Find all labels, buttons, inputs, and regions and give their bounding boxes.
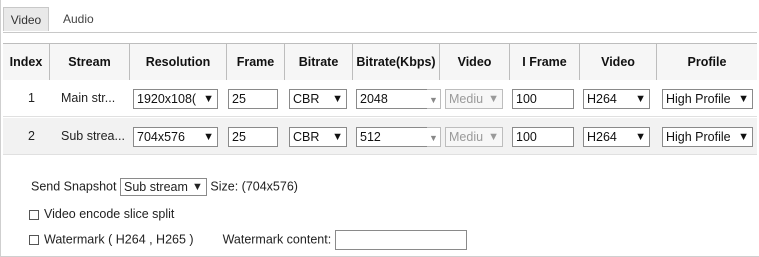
watermark-content-input[interactable] <box>334 230 467 250</box>
row-stream: Sub strea... <box>61 129 125 143</box>
tab-audio[interactable]: Audio <box>63 7 94 31</box>
frame-input[interactable]: 25 <box>228 89 278 109</box>
bitrate-kbps-input[interactable]: 512 <box>356 127 428 147</box>
bitrate-type-select[interactable]: CBR ▼ <box>289 89 347 109</box>
settings-panel: Video Audio Index Stream Resolution Fram… <box>0 0 759 257</box>
chevron-down-icon: ▼ <box>332 131 343 143</box>
row-stream: Main str... <box>61 91 116 105</box>
bitrate-kbps-input[interactable]: 2048 <box>356 89 428 109</box>
row-index: 1 <box>28 91 35 105</box>
video-quality-select: Mediu ▼ <box>445 127 503 147</box>
table-row: 1 Main str... 1920x108( ▼ 25 CBR ▼ 2048 … <box>3 80 757 117</box>
chevron-down-icon: ▼ <box>488 93 499 105</box>
bitrate-dropdown-icon[interactable]: ▼ <box>427 127 441 147</box>
bitrate-dropdown-icon[interactable]: ▼ <box>427 89 441 109</box>
snapshot-stream-select[interactable]: Sub stream ▼ <box>119 178 207 196</box>
chevron-down-icon: ▼ <box>488 131 499 143</box>
bitrate-type-select[interactable]: CBR ▼ <box>289 127 347 147</box>
header-bitrate: Bitrate <box>284 44 352 80</box>
watermark-row: Watermark ( H264 , H265 ) Watermark cont… <box>29 230 467 250</box>
chevron-down-icon: ▼ <box>332 93 343 105</box>
video-quality-select: Mediu ▼ <box>445 89 503 109</box>
chevron-down-icon: ▼ <box>203 93 214 105</box>
header-video-quality: Video <box>439 44 509 80</box>
snapshot-row: Send Snapshot Sub stream ▼ Size: (704x57… <box>31 178 298 196</box>
resolution-select[interactable]: 1920x108( ▼ <box>133 89 218 109</box>
profile-select[interactable]: High Profile ▼ <box>662 89 753 109</box>
tab-video[interactable]: Video <box>3 7 49 31</box>
encoding-select[interactable]: H264 ▼ <box>583 127 650 147</box>
snapshot-stream-value: Sub stream <box>123 180 188 194</box>
chevron-down-icon: ▼ <box>203 131 214 143</box>
snapshot-size: Size: (704x576) <box>210 179 298 194</box>
header-resolution: Resolution <box>129 44 226 80</box>
video-quality-value: Mediu <box>449 92 484 106</box>
header-frame: Frame <box>226 44 284 80</box>
i-frame-input[interactable]: 100 <box>512 127 574 147</box>
table-header: Index Stream Resolution Frame Bitrate Bi… <box>3 43 757 81</box>
header-bitrate-kbps: Bitrate(Kbps) <box>352 44 439 80</box>
header-stream: Stream <box>49 44 129 80</box>
slice-split-label: Video encode slice split <box>44 207 175 221</box>
resolution-value: 704x576 <box>137 130 185 144</box>
watermark-label: Watermark ( H264 , H265 ) <box>44 232 194 247</box>
chevron-down-icon: ▼ <box>192 181 203 193</box>
resolution-select[interactable]: 704x576 ▼ <box>133 127 218 147</box>
checkbox-unchecked-icon[interactable] <box>29 235 39 245</box>
checkbox-unchecked-icon[interactable] <box>29 209 39 220</box>
bitrate-type-value: CBR <box>293 130 320 144</box>
header-index: Index <box>9 55 43 69</box>
bitrate-type-value: CBR <box>293 92 320 106</box>
tab-bar: Video Audio <box>3 5 757 33</box>
watermark-content-label: Watermark content: <box>222 232 332 247</box>
chevron-down-icon: ▼ <box>738 93 749 105</box>
snapshot-label: Send Snapshot <box>31 179 117 194</box>
slice-split-row: Video encode slice split <box>29 207 174 221</box>
profile-value: High Profile <box>666 130 731 144</box>
profile-value: High Profile <box>666 92 731 106</box>
frame-input[interactable]: 25 <box>228 127 278 147</box>
row-index: 2 <box>28 129 35 143</box>
chevron-down-icon: ▼ <box>635 131 646 143</box>
video-quality-value: Mediu <box>449 130 484 144</box>
encoding-value: H264 <box>587 92 617 106</box>
chevron-down-icon: ▼ <box>738 131 749 143</box>
encoding-select[interactable]: H264 ▼ <box>583 89 650 109</box>
header-i-frame: I Frame <box>509 44 579 80</box>
chevron-down-icon: ▼ <box>635 93 646 105</box>
header-video-encoding: Video <box>579 44 656 80</box>
header-profile: Profile <box>656 44 757 80</box>
resolution-value: 1920x108( <box>137 92 197 106</box>
table-row: 2 Sub strea... 704x576 ▼ 25 CBR ▼ 512 ▼ … <box>3 118 757 155</box>
i-frame-input[interactable]: 100 <box>512 89 574 109</box>
encoding-value: H264 <box>587 130 617 144</box>
profile-select[interactable]: High Profile ▼ <box>662 127 753 147</box>
